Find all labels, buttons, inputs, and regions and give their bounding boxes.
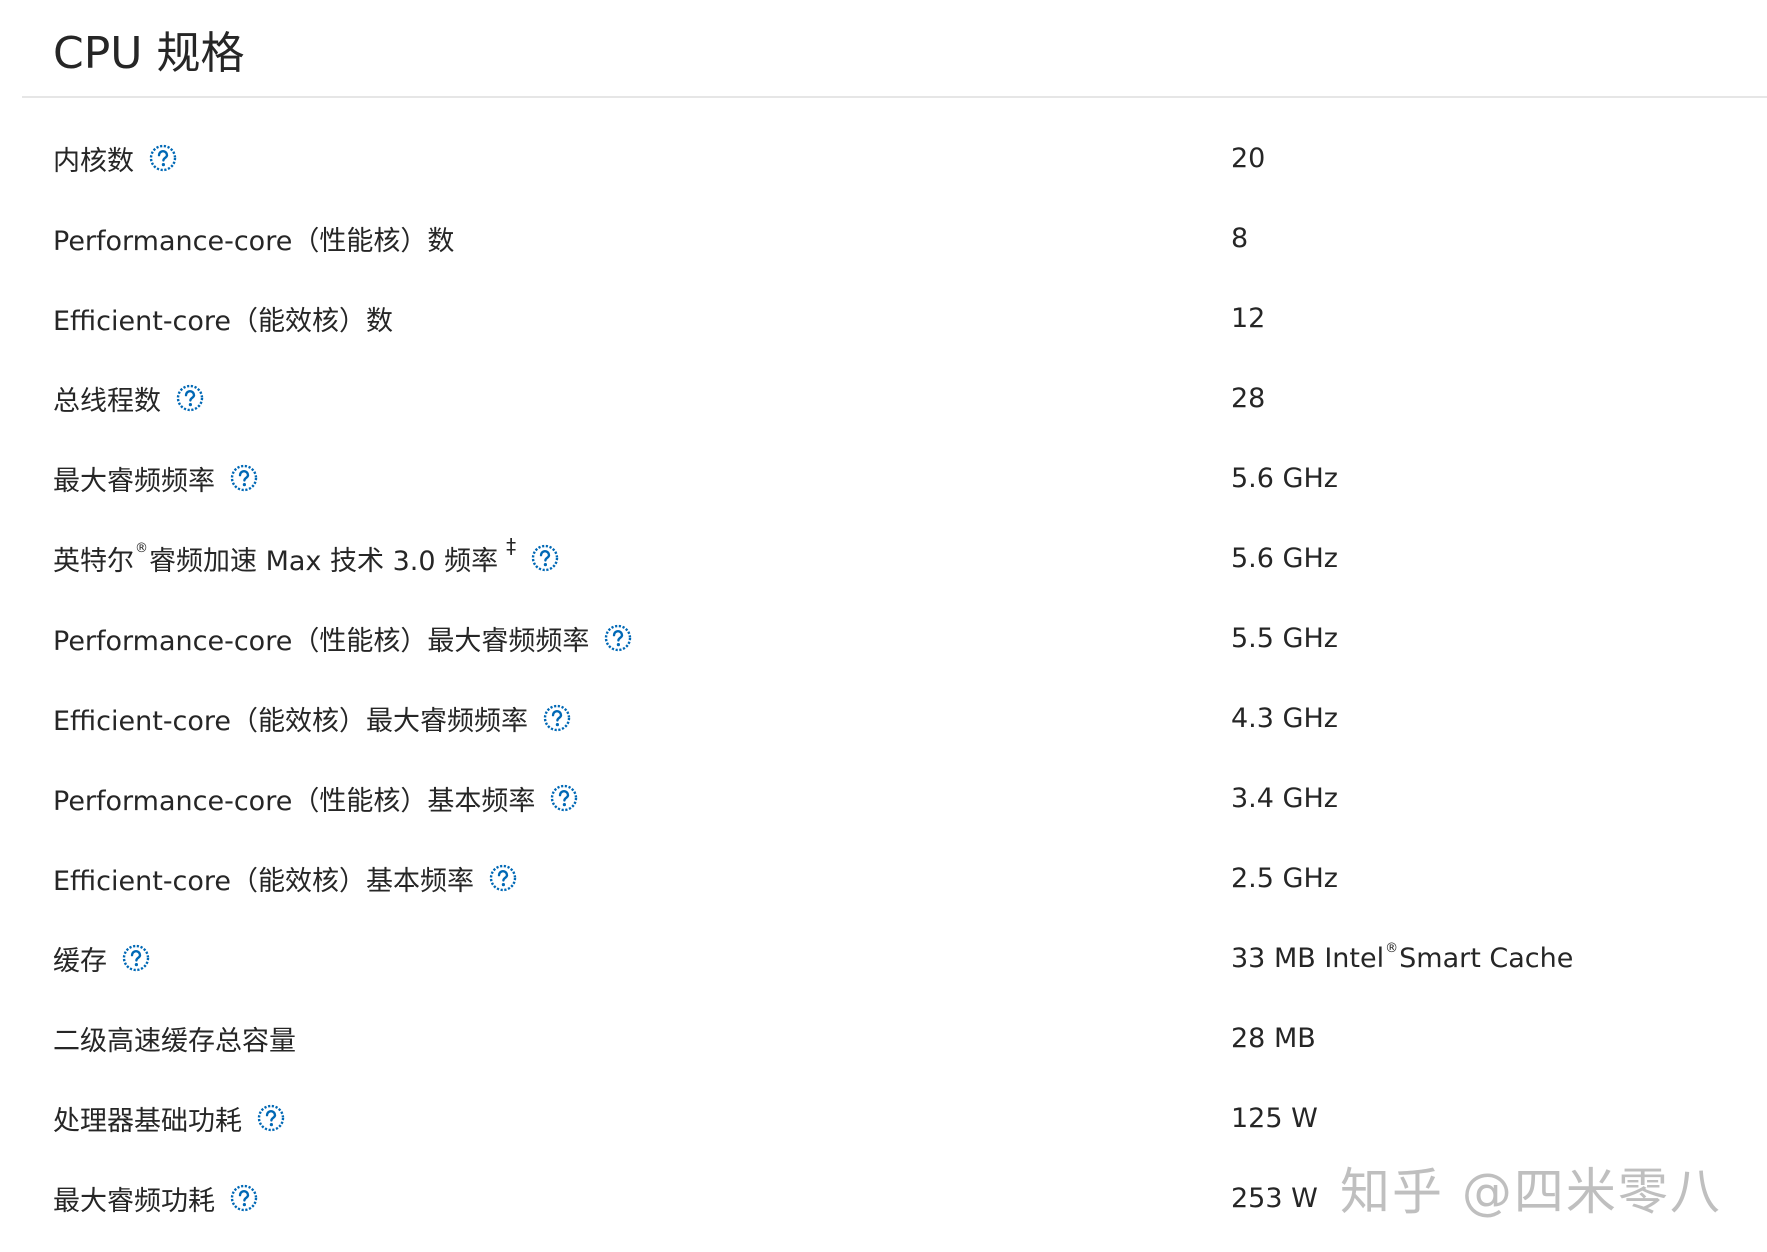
- spec-label-text: 二级高速缓存总容量: [53, 1025, 296, 1057]
- spec-label: 二级高速缓存总容量: [53, 1016, 296, 1060]
- spec-label-text: 总线程数: [53, 385, 161, 417]
- spec-row-ecore-base: Efficient-core（能效核）基本频率 2.5 GHz: [0, 838, 1767, 918]
- spec-value: 5.6 GHz: [1231, 542, 1338, 574]
- spec-value: 12: [1231, 302, 1266, 334]
- spec-row-max-turbo-frequency: 最大睿频频率 5.6 GHz: [0, 438, 1767, 518]
- spec-label-text: Efficient-core（能效核）最大睿频频率: [53, 705, 529, 737]
- spec-label-text: Performance-core（性能核）基本频率: [53, 785, 536, 817]
- help-icon[interactable]: [229, 463, 259, 493]
- help-icon[interactable]: [603, 623, 633, 653]
- spec-label: 总线程数: [53, 376, 205, 420]
- spec-row-l2-cache: 二级高速缓存总容量 28 MB: [0, 998, 1767, 1078]
- spec-row-cache: 缓存 33 MB Intel ® Smart Cache: [0, 918, 1767, 998]
- footnote-mark: ‡: [506, 534, 517, 558]
- spec-value-text: 33 MB Intel: [1231, 942, 1385, 974]
- spec-row-turbo-boost-max-3: 英特尔 ® 睿频加速 Max 技术 3.0 频率 ‡ 5.6 GHz: [0, 518, 1767, 598]
- help-icon[interactable]: [121, 943, 151, 973]
- spec-label-text: 处理器基础功耗: [53, 1105, 242, 1137]
- spec-value: 253 W: [1231, 1182, 1318, 1214]
- watermark: 知乎 @四米零八: [1340, 1163, 1722, 1221]
- help-icon[interactable]: [530, 543, 560, 573]
- spec-label: 内核数: [53, 136, 178, 180]
- spec-value: 33 MB Intel ® Smart Cache: [1231, 936, 1573, 980]
- spec-value-text: Smart Cache: [1399, 942, 1574, 974]
- spec-value: 2.5 GHz: [1231, 862, 1338, 894]
- spec-value: 125 W: [1231, 1102, 1318, 1134]
- spec-label: 缓存: [53, 936, 151, 980]
- page-title: CPU 规格: [53, 28, 245, 79]
- spec-value: 5.6 GHz: [1231, 462, 1338, 494]
- spec-value: 4.3 GHz: [1231, 702, 1338, 734]
- spec-row-threads: 总线程数 28: [0, 358, 1767, 438]
- help-icon[interactable]: [256, 1103, 286, 1133]
- help-icon[interactable]: [229, 1183, 259, 1213]
- registered-mark: ®: [135, 540, 148, 556]
- spec-row-base-power: 处理器基础功耗 125 W: [0, 1078, 1767, 1158]
- spec-label-text: 最大睿频功耗: [53, 1185, 215, 1217]
- spec-label-text: Efficient-core（能效核）数: [53, 305, 394, 337]
- spec-row-cores: 内核数 20: [0, 118, 1767, 198]
- spec-label-text: 最大睿频频率: [53, 465, 215, 497]
- spec-value: 28 MB: [1231, 1022, 1316, 1054]
- help-icon[interactable]: [488, 863, 518, 893]
- spec-label-text: Performance-core（性能核）最大睿频频率: [53, 625, 590, 657]
- spec-label: Efficient-core（能效核）数: [53, 296, 393, 340]
- help-icon[interactable]: [148, 143, 178, 173]
- spec-row-ecore-max-turbo: Efficient-core（能效核）最大睿频频率 4.3 GHz: [0, 678, 1767, 758]
- spec-label-text: 内核数: [53, 145, 134, 177]
- spec-row-performance-cores: Performance-core（性能核）数 8: [0, 198, 1767, 278]
- spec-label: Performance-core（性能核）基本频率: [53, 776, 579, 820]
- spec-list: 内核数 20 Performance-core（性能核）数 8 Efficien…: [0, 118, 1767, 1238]
- section-header: CPU 规格: [22, 0, 1767, 98]
- registered-mark: ®: [1385, 940, 1399, 956]
- help-icon[interactable]: [542, 703, 572, 733]
- spec-value: 28: [1231, 382, 1266, 414]
- spec-value: 20: [1231, 142, 1266, 174]
- spec-label: 最大睿频频率: [53, 456, 259, 500]
- spec-label-text: 睿频加速 Max 技术 3.0 频率: [149, 545, 499, 577]
- spec-label-text: 英特尔: [53, 545, 134, 577]
- spec-label: Performance-core（性能核）数: [53, 216, 454, 260]
- spec-label-text: Efficient-core（能效核）基本频率: [53, 865, 475, 897]
- spec-label-text: Performance-core（性能核）数: [53, 225, 455, 257]
- spec-row-pcore-base: Performance-core（性能核）基本频率 3.4 GHz: [0, 758, 1767, 838]
- spec-label: Efficient-core（能效核）最大睿频频率: [53, 696, 572, 740]
- spec-label: 英特尔 ® 睿频加速 Max 技术 3.0 频率 ‡: [53, 534, 560, 580]
- spec-value: 3.4 GHz: [1231, 782, 1338, 814]
- spec-row-pcore-max-turbo: Performance-core（性能核）最大睿频频率 5.5 GHz: [0, 598, 1767, 678]
- help-icon[interactable]: [175, 383, 205, 413]
- spec-label-text: 缓存: [53, 945, 107, 977]
- help-icon[interactable]: [549, 783, 579, 813]
- spec-label: 处理器基础功耗: [53, 1096, 286, 1140]
- spec-label: Efficient-core（能效核）基本频率: [53, 856, 518, 900]
- spec-value: 8: [1231, 222, 1249, 254]
- spec-row-efficient-cores: Efficient-core（能效核）数 12: [0, 278, 1767, 358]
- spec-value: 5.5 GHz: [1231, 622, 1338, 654]
- spec-label: Performance-core（性能核）最大睿频频率: [53, 616, 633, 660]
- spec-label: 最大睿频功耗: [53, 1176, 259, 1220]
